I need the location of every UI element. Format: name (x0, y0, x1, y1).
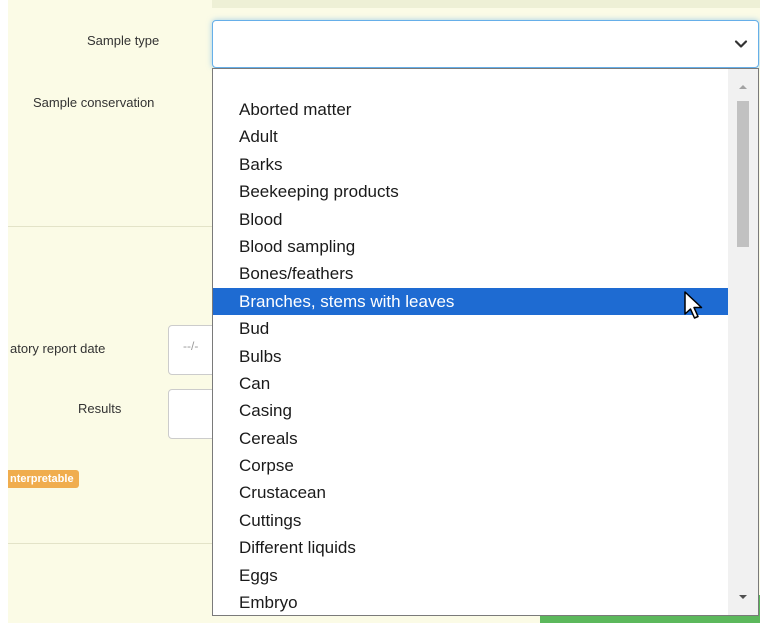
dropdown-option[interactable]: Bones/feathers (213, 260, 728, 287)
dropdown-scrollbar[interactable] (728, 69, 758, 615)
dropdown-option[interactable]: Adult (213, 123, 728, 150)
dropdown-option[interactable]: Bulbs (213, 343, 728, 370)
sample-type-select[interactable] (212, 20, 759, 68)
dropdown-option[interactable]: Barks (213, 151, 728, 178)
dropdown-option[interactable]: Crustacean (213, 479, 728, 506)
dropdown-option[interactable]: Beekeeping products (213, 178, 728, 205)
dropdown-option[interactable]: Blood (213, 206, 728, 233)
dropdown-option[interactable]: Cereals (213, 425, 728, 452)
sample-conservation-label: Sample conservation (33, 95, 155, 110)
dropdown-option[interactable]: Embryo (213, 589, 728, 615)
chevron-down-icon (734, 40, 748, 48)
scrollbar-thumb[interactable] (737, 101, 749, 247)
section-divider (8, 543, 212, 544)
sample-type-label: Sample type (87, 33, 160, 48)
option-list: Aborted matter Adult Barks Beekeeping produ… (213, 96, 728, 615)
section-divider (8, 226, 212, 227)
status-badge: nterpretable (8, 470, 79, 488)
dropdown-option[interactable]: Casing (213, 397, 728, 424)
lab-report-date-label: atory report date (10, 341, 106, 356)
date-placeholder: --/- (183, 339, 199, 353)
scroll-up-icon[interactable] (737, 83, 749, 91)
results-label: Results (78, 401, 122, 416)
dropdown-option[interactable]: Eggs (213, 562, 728, 589)
dropdown-option[interactable]: Corpse (213, 452, 728, 479)
scroll-down-icon[interactable] (737, 593, 749, 601)
dropdown-option[interactable]: Cuttings (213, 507, 728, 534)
dropdown-option[interactable]: Aborted matter (213, 96, 728, 123)
dropdown-option[interactable]: Different liquids (213, 534, 728, 561)
dropdown-option[interactable]: Bud (213, 315, 728, 342)
top-strip (212, 0, 760, 8)
mouse-cursor-icon (684, 291, 703, 319)
dropdown-option[interactable]: Can (213, 370, 728, 397)
sample-type-dropdown[interactable]: Aborted matter Adult Barks Beekeeping produ… (212, 68, 759, 616)
dropdown-option[interactable]: Branches, stems with leaves (213, 287, 728, 316)
dropdown-option[interactable]: Blood sampling (213, 233, 728, 260)
